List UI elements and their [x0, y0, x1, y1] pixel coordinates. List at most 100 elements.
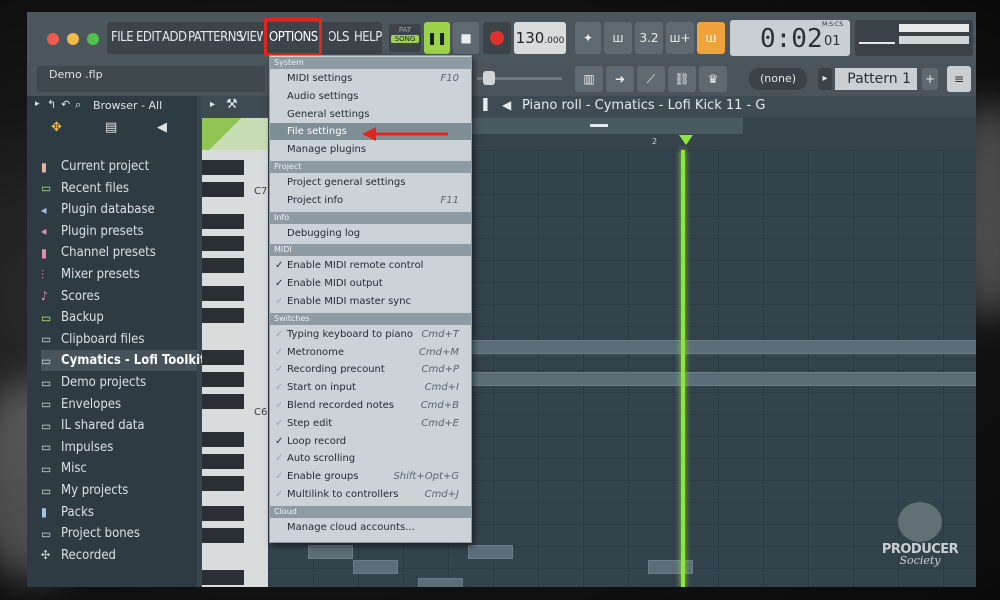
note-block[interactable]: [648, 560, 693, 574]
note-block[interactable]: [353, 560, 398, 574]
options-menu-item[interactable]: ✓ Metronome Cmd+M: [270, 344, 471, 361]
black-key[interactable]: [202, 214, 244, 229]
black-key[interactable]: [202, 454, 244, 469]
scrollbar-thumb[interactable]: [590, 124, 608, 127]
pattern-selector[interactable]: Pattern 1: [835, 68, 917, 90]
tempo-display[interactable]: 130.000: [514, 22, 566, 54]
add-pattern-button[interactable]: +: [922, 68, 938, 90]
mixer-view-icon[interactable]: ≡: [947, 66, 971, 92]
black-key[interactable]: [202, 236, 244, 251]
wrench-icon[interactable]: ⚒: [226, 97, 238, 112]
note-block[interactable]: [418, 578, 463, 587]
browser-up-icon[interactable]: ↰: [47, 98, 56, 111]
options-menu-item[interactable]: ✓ Step edit Cmd+E: [270, 415, 471, 432]
options-menu-item[interactable]: Audio settings: [270, 88, 471, 105]
options-menu-item[interactable]: General settings: [270, 106, 471, 123]
browser-item[interactable]: ▭ Cymatics - Lofi Toolkit: [41, 350, 206, 372]
browser-item[interactable]: ▭ Project bones: [41, 523, 197, 544]
document-icon[interactable]: ▤: [105, 120, 117, 135]
options-menu-item[interactable]: Project general settings: [270, 174, 471, 191]
options-menu-item[interactable]: ✓ Recording precount Cmd+P: [270, 361, 471, 378]
black-key[interactable]: [202, 372, 244, 387]
menu-help[interactable]: HELP: [354, 30, 382, 45]
master-volume-knob[interactable]: [483, 71, 495, 85]
black-key[interactable]: [202, 432, 244, 447]
options-menu-item[interactable]: ✓ Start on input Cmd+I: [270, 379, 471, 396]
browser-arrow-icon[interactable]: ▸: [35, 99, 40, 109]
plug-icon[interactable]: ⟋: [637, 66, 665, 92]
black-key[interactable]: [202, 258, 244, 273]
options-menu-item[interactable]: MIDI settings F10: [270, 70, 471, 87]
pause-button[interactable]: ❚❚: [424, 22, 450, 54]
menu-patterns[interactable]: PATTERNS: [188, 30, 243, 45]
black-key[interactable]: [202, 286, 244, 301]
browser-item[interactable]: ▭ Envelopes: [41, 394, 197, 415]
bell-icon[interactable]: ♛: [699, 66, 727, 92]
playhead-marker-icon[interactable]: [679, 135, 693, 145]
browser-item[interactable]: ⫶ Mixer presets: [41, 264, 197, 285]
snap-icon[interactable]: ✥: [51, 120, 62, 135]
menu-tools[interactable]: TOOLS: [329, 30, 349, 45]
browser-item[interactable]: ◂ Plugin database: [41, 199, 197, 220]
pat-song-toggle[interactable]: PAT SONG: [389, 24, 421, 52]
black-key[interactable]: [202, 506, 244, 521]
pause-small-icon[interactable]: ❚: [480, 97, 491, 112]
note-block[interactable]: [468, 372, 976, 386]
black-key[interactable]: [202, 528, 244, 543]
menu-view[interactable]: VIEW: [239, 30, 263, 45]
wait-input-icon[interactable]: ш: [604, 22, 632, 54]
menu-file[interactable]: FILE: [111, 30, 134, 45]
black-key[interactable]: [202, 570, 244, 585]
maximize-window-button[interactable]: [87, 33, 99, 45]
browser-item[interactable]: ▭ Impulses: [41, 437, 197, 458]
black-key[interactable]: [202, 308, 244, 323]
piano-icon[interactable]: ▥: [575, 66, 603, 92]
options-menu-item[interactable]: ✓ Blend recorded notes Cmd+B: [270, 397, 471, 414]
close-window-button[interactable]: [47, 33, 59, 45]
browser-back-icon[interactable]: ↶: [61, 98, 70, 111]
options-menu-item[interactable]: Manage cloud accounts...: [270, 519, 471, 536]
black-key[interactable]: [202, 394, 244, 409]
loop-record-icon[interactable]: ш: [697, 22, 725, 54]
piano-roll-arrow-icon[interactable]: ▸: [210, 99, 215, 110]
options-menu-item[interactable]: ✓ Enable groups Shift+Opt+G: [270, 468, 471, 485]
step-edit-icon[interactable]: ш+: [666, 22, 694, 54]
options-menu-item[interactable]: ✓ Enable MIDI output: [270, 275, 471, 292]
stop-button[interactable]: ■: [453, 22, 479, 54]
options-menu-item[interactable]: ✓ Multilink to controllers Cmd+J: [270, 486, 471, 503]
options-menu-item[interactable]: Project info F11: [270, 192, 471, 209]
black-key[interactable]: [202, 160, 244, 175]
countdown-icon[interactable]: 3.2: [635, 22, 663, 54]
tool-corner-icon[interactable]: [202, 118, 268, 150]
browser-item[interactable]: ▮ Current project: [41, 156, 197, 177]
note-block[interactable]: [468, 340, 976, 354]
options-menu-item[interactable]: ✓ Loop record: [270, 433, 471, 450]
browser-item[interactable]: ▭ Clipboard files: [41, 329, 197, 350]
time-display[interactable]: 0:02 01 M:S:CS: [730, 20, 850, 56]
menu-edit[interactable]: EDIT: [136, 30, 161, 45]
browser-item[interactable]: ▭ My projects: [41, 480, 197, 501]
black-key[interactable]: [202, 350, 244, 365]
search-icon[interactable]: ⌕: [75, 98, 81, 112]
note-block[interactable]: [468, 545, 513, 559]
link-icon[interactable]: ⛓: [668, 66, 696, 92]
browser-item[interactable]: ▭ Misc: [41, 458, 197, 479]
options-menu-item[interactable]: ✓ Auto scrolling: [270, 450, 471, 467]
browser-item[interactable]: ♪ Scores: [41, 286, 197, 307]
options-menu-item[interactable]: ✓ Enable MIDI master sync: [270, 293, 471, 310]
browser-item[interactable]: ◂ Plugin presets: [41, 221, 197, 242]
browser-item[interactable]: ▮ Channel presets: [41, 242, 197, 263]
options-menu-item[interactable]: ✓ Enable MIDI remote control: [270, 257, 471, 274]
record-button[interactable]: [483, 22, 511, 54]
pattern-arrow-icon[interactable]: ▸: [818, 68, 832, 90]
options-menu-item[interactable]: ✓ Typing keyboard to piano Cmd+T: [270, 326, 471, 343]
menu-add[interactable]: ADD: [162, 30, 187, 45]
piano-keyboard[interactable]: C7 C6: [202, 150, 268, 587]
browser-item[interactable]: ▮ Packs: [41, 502, 197, 523]
browser-item[interactable]: ▭ IL shared data: [41, 415, 197, 436]
speaker-icon[interactable]: ◀: [157, 120, 167, 135]
browser-item[interactable]: ✣ Recorded: [41, 545, 197, 566]
note-block[interactable]: [308, 545, 353, 559]
black-key[interactable]: [202, 182, 244, 197]
browser-item[interactable]: ▭ Demo projects: [41, 372, 197, 393]
